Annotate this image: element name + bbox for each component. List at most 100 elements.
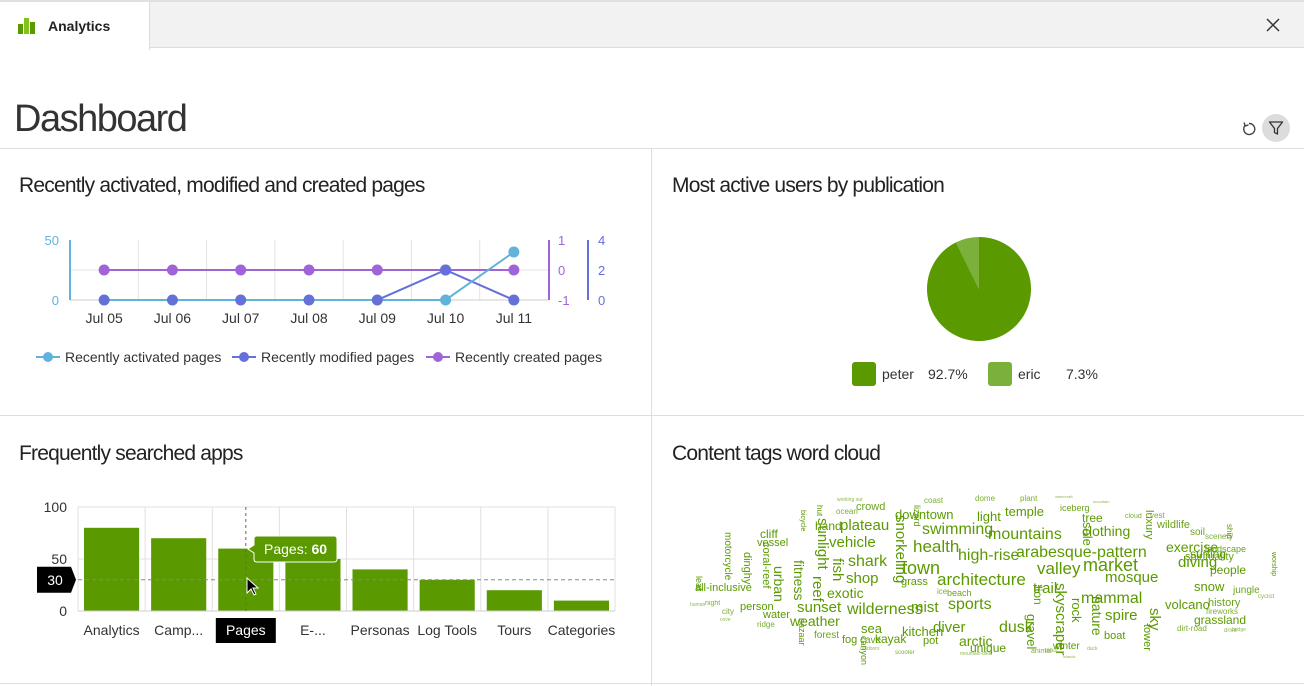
word-cloud-tag[interactable]: exotic [827,586,864,600]
legend-item[interactable]: Recently created pages [426,349,602,365]
word-cloud-tag[interactable]: gravel [1024,614,1039,649]
word-cloud-tag[interactable]: nature [1089,596,1105,636]
word-cloud-tag[interactable]: snorkeling [892,515,909,583]
pie-legend: peter 92.7% eric 7.3% [852,362,1098,386]
word-cloud-tag[interactable]: bazaar [797,618,807,646]
word-cloud-tag[interactable]: motorcycle [722,532,733,580]
word-cloud-tag[interactable]: boat [1104,631,1125,642]
word-cloud-tag[interactable]: ridge [757,621,775,629]
x-tick-label: Jul 05 [85,310,123,326]
word-cloud-tag[interactable]: worship [1270,552,1277,576]
word-cloud-tag[interactable]: wildlife [1157,520,1190,531]
bar-Tours[interactable] [486,590,542,611]
word-cloud-tag[interactable]: ocean [836,508,858,516]
word-cloud-tag[interactable]: architecture [937,571,1026,588]
word-cloud-tag[interactable]: night [705,600,720,607]
word-cloud-tag[interactable]: sports [948,597,992,613]
refresh-button[interactable] [1239,119,1259,139]
word-cloud-tag[interactable]: swimming [922,522,993,538]
word-cloud-tag[interactable]: bridge [1232,628,1246,633]
word-cloud-tag[interactable]: spire [1105,608,1138,623]
word-cloud-tag[interactable]: shop [846,571,879,586]
word-cloud-tag[interactable]: leaf [694,576,704,591]
word-cloud-tag[interactable]: people [1210,564,1246,576]
legend-item[interactable]: Recently modified pages [232,349,414,365]
word-cloud-tag[interactable]: cove [720,618,731,623]
word-cloud-tag[interactable]: skyscraper [1052,583,1069,656]
word-cloud-tag[interactable]: coast [924,497,943,505]
bar-Log Tools[interactable] [419,579,475,611]
legend-swatch-peter [852,362,876,386]
word-cloud-tag[interactable]: volcano [1165,598,1210,611]
y-tick-right-outer: 4 [598,233,605,248]
word-cloud-tag[interactable]: ice [937,588,947,596]
word-cloud-tag[interactable]: fireworks [1206,608,1238,616]
word-cloud-tag[interactable]: fish [829,558,846,581]
word-cloud-tag[interactable]: ship [1225,524,1234,539]
word-cloud-tag[interactable]: snow [1194,580,1224,593]
word-cloud-tag[interactable]: islands [1063,655,1075,659]
word-cloud-tag[interactable]: cyclist [1258,594,1274,600]
bar-E-...[interactable] [285,559,341,611]
legend-item[interactable]: Recently activated pages [36,349,221,365]
word-cloud-tag[interactable]: crowd [856,502,885,513]
word-cloud-tag[interactable]: rock [1069,598,1084,623]
word-cloud-tag[interactable]: mosque [1105,570,1158,585]
word-cloud-tag[interactable]: temple [1005,505,1044,518]
bar-Personas[interactable] [352,569,408,611]
word-cloud-tag[interactable]: watercraft [1055,495,1073,499]
word-cloud-tag[interactable]: health [913,538,959,555]
word-cloud: working out ocean crowd coast dome plant water… [680,490,1290,670]
word-cloud-tag[interactable]: mountain [1093,500,1109,504]
word-cloud-tag[interactable]: spirituality [1185,552,1234,563]
word-cloud-tag[interactable]: hut [815,505,824,516]
x-tick-label: Jul 07 [222,310,260,326]
word-cloud-tag[interactable]: vehicle [829,535,876,550]
bar-chart: 100 50 0 Analytics Camp... Pages E-... Personas… [37,499,616,643]
word-cloud-tag[interactable]: duck [1087,647,1098,652]
word-cloud-tag[interactable]: plateau [840,518,889,533]
x-tick-label: Log Tools [417,622,477,638]
word-cloud-tag[interactable]: fog [842,635,857,646]
word-cloud-tag[interactable]: mist [911,600,939,615]
word-cloud-tag[interactable]: sale [1080,522,1095,546]
x-tick-label: Jul 08 [290,310,328,326]
close-button[interactable] [1264,16,1282,34]
y-tick-right-inner: 0 [558,263,565,278]
bar-Camp...[interactable] [151,538,207,611]
word-cloud-tag[interactable]: city [722,608,734,616]
word-cloud-tag[interactable]: dinghy [741,552,753,584]
word-cloud-tag[interactable]: human [690,603,705,608]
word-cloud-tag[interactable]: forest [814,631,839,641]
word-cloud-tag[interactable]: pot [923,636,938,647]
word-cloud-tag[interactable]: cloud [1125,513,1142,520]
bar-Categories[interactable] [553,600,609,611]
word-cloud-tag[interactable]: sunlight [814,518,831,570]
word-cloud-tag[interactable]: jungle [1233,586,1260,596]
word-cloud-tag[interactable]: lizard [912,505,922,527]
word-cloud-tag[interactable]: kayak [875,633,906,645]
filter-button[interactable] [1262,114,1290,142]
bar-Analytics[interactable] [84,527,140,611]
word-cloud-tag[interactable]: high-rise [958,548,1019,564]
word-cloud-tag[interactable]: dirt-road [1177,625,1207,633]
word-cloud-tag[interactable]: lion [1031,586,1045,605]
word-cloud-tag[interactable]: shark [848,554,887,570]
tab-analytics[interactable]: Analytics [0,2,150,50]
word-cloud-tag[interactable]: reef [809,576,826,602]
word-cloud-tag[interactable]: valley [1037,560,1080,577]
word-cloud-tag[interactable]: mountain-bike [960,652,991,657]
word-cloud-tag[interactable]: dome [975,495,995,503]
word-cloud-tag[interactable]: fitness [791,560,807,600]
word-cloud-tag[interactable]: bicycle [799,510,806,531]
word-cloud-tag[interactable]: scooter [895,650,915,656]
word-cloud-tag[interactable]: urban [771,566,787,602]
word-cloud-tag[interactable]: plant [1020,495,1037,503]
word-cloud-tag[interactable]: tower [1141,624,1153,651]
word-cloud-tag[interactable]: mountains [988,527,1062,543]
word-cloud-tag[interactable]: soil [1190,528,1205,538]
word-cloud-tag[interactable]: luxury [1143,510,1155,539]
word-cloud-tag[interactable]: canyon [859,636,869,665]
word-cloud-tag[interactable]: coral-reef [760,542,772,588]
data-point [440,264,452,276]
